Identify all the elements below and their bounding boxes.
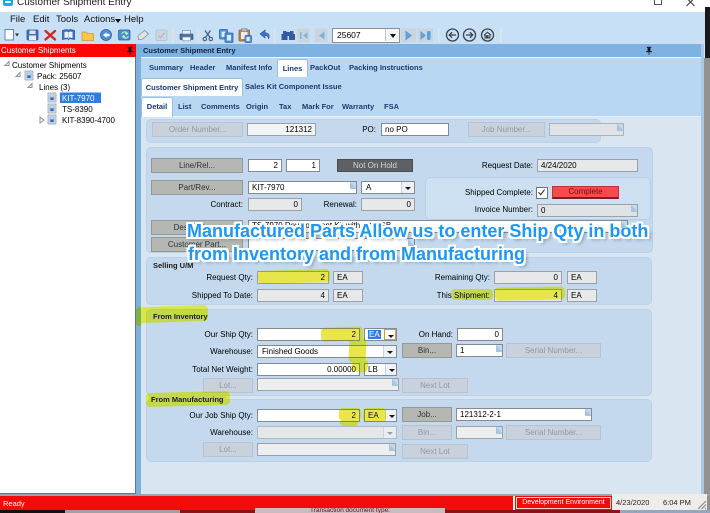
- svg-text:KIT-7970: KIT-7970: [62, 94, 95, 103]
- svg-text:Customer Shipments: Customer Shipments: [12, 61, 87, 70]
- svg-text:Lines (3): Lines (3): [39, 83, 70, 92]
- svg-text:Pack: 25607: Pack: 25607: [37, 72, 82, 81]
- svg-text:TS-8390: TS-8390: [62, 105, 93, 114]
- svg-text:KIT-8390-4700: KIT-8390-4700: [62, 116, 115, 125]
